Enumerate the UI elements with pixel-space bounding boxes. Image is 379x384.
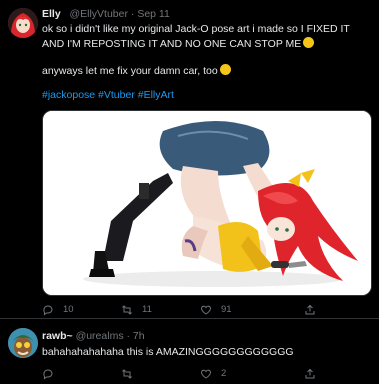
- like-icon: [201, 369, 211, 379]
- author-handle[interactable]: @urealms: [76, 330, 124, 342]
- separator: ·: [130, 8, 135, 20]
- like-button[interactable]: 2: [200, 367, 226, 381]
- grimace-emoji-icon: [303, 36, 315, 48]
- reply-button[interactable]: 10: [42, 303, 74, 317]
- author-name[interactable]: rawb~: [42, 330, 73, 342]
- share-button[interactable]: [304, 303, 325, 317]
- tweet-text: bahahahahahaha this is AMAZINGGGGGGGGGGG…: [42, 346, 294, 358]
- tweet-header: rawb~ @urealms · 7h: [42, 330, 145, 344]
- tweet-actions: 2: [42, 367, 342, 381]
- like-count: 2: [221, 367, 227, 379]
- tweet-image[interactable]: [42, 110, 372, 296]
- reply-button[interactable]: [42, 367, 63, 381]
- reply-icon: [43, 369, 53, 380]
- reply-count: 10: [63, 303, 74, 315]
- hashtag-ellyart[interactable]: #EllyArt: [138, 89, 174, 101]
- tweet-rawb[interactable]: rawb~ @urealms · 7h bahahahahahaha this …: [0, 319, 379, 384]
- tweet-actions: 10 11 91: [42, 303, 342, 317]
- tweet-text-line2: anyways let me fix your damn car, too: [42, 65, 218, 77]
- grimace-emoji-icon: [219, 64, 231, 75]
- like-count: 91: [221, 303, 232, 315]
- author-name[interactable]: Elly: [42, 8, 61, 20]
- hashtags: #jackopose #Vtuber #EllyArt: [42, 89, 372, 103]
- tweet-text-second: anyways let me fix your damn car, too: [42, 64, 372, 79]
- share-icon: [305, 304, 315, 315]
- retweet-button[interactable]: 11: [121, 303, 152, 317]
- tweet-elly[interactable]: Elly @EllyVtuber · Sep 11 ok so i didn't…: [0, 0, 379, 319]
- hashtag-vtuber[interactable]: #Vtuber: [98, 89, 135, 101]
- hashtag-jackopose[interactable]: #jackopose: [42, 89, 95, 101]
- share-button[interactable]: [304, 367, 325, 381]
- share-icon: [305, 368, 315, 379]
- retweet-count: 11: [142, 303, 152, 315]
- tweet-date[interactable]: Sep 11: [137, 8, 170, 20]
- separator: ·: [126, 330, 131, 342]
- artwork-illustration: [43, 111, 371, 295]
- reply-icon: [43, 305, 53, 316]
- like-button[interactable]: 91: [200, 303, 232, 317]
- avatar-elly[interactable]: [8, 8, 38, 38]
- retweet-button[interactable]: [121, 367, 142, 381]
- tweet-date[interactable]: 7h: [133, 330, 145, 342]
- like-icon: [201, 305, 211, 315]
- author-handle[interactable]: @EllyVtuber: [69, 8, 128, 20]
- retweet-icon: [122, 305, 132, 315]
- tweet-text: ok so i didn't like my original Jack-O p…: [42, 23, 372, 51]
- retweet-icon: [122, 369, 132, 379]
- tweet-header: Elly @EllyVtuber · Sep 11: [42, 8, 170, 22]
- avatar-rawb[interactable]: [8, 328, 38, 358]
